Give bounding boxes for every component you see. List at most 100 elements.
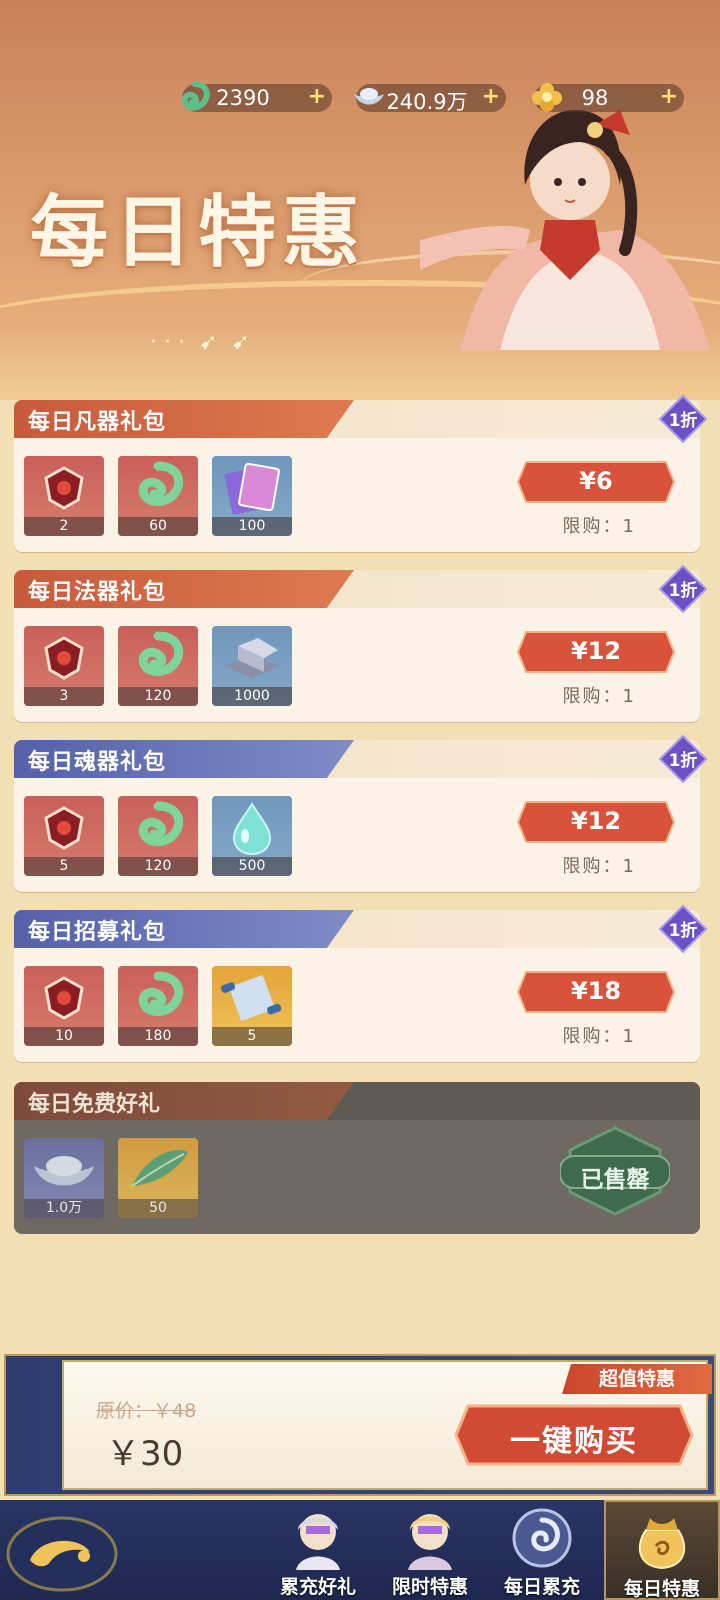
discount-label: 1折 bbox=[668, 411, 698, 431]
currency-jade[interactable]: 2390 + bbox=[181, 81, 332, 112]
currency-gold[interactable]: 98 + bbox=[532, 83, 684, 112]
tab-limited-offer[interactable]: 限时特惠 bbox=[374, 1500, 486, 1600]
reward-item[interactable]: 5 bbox=[24, 796, 104, 876]
buy-button[interactable]: ¥12 bbox=[516, 798, 676, 846]
currency-value: 240.9万 bbox=[386, 90, 468, 114]
tab-label: 累充好礼 bbox=[279, 1576, 356, 1598]
reward-item[interactable]: 10 bbox=[24, 966, 104, 1046]
item-quantity: 500 bbox=[212, 857, 292, 876]
iron-ingot-icon bbox=[226, 638, 278, 678]
buy-button[interactable]: ¥18 bbox=[516, 968, 676, 1016]
bundle-offer: 原价：￥48 ￥30 超值特惠 一键购买 bbox=[4, 1354, 716, 1496]
reward-item[interactable]: 500 bbox=[212, 796, 292, 876]
item-quantity: 5 bbox=[212, 1027, 292, 1046]
item-quantity: 5 bbox=[24, 857, 104, 876]
pack-card: 每日凡器礼包 1折 2 60 100 ¥6 限购：1 bbox=[14, 394, 708, 552]
gold-pouch-icon bbox=[638, 1518, 686, 1570]
jade-icon bbox=[138, 461, 184, 506]
buy-all-button[interactable]: 一键购买 bbox=[454, 1402, 694, 1468]
buy-all-label: 一键购买 bbox=[510, 1424, 638, 1459]
sold-out-label: 已售罄 bbox=[580, 1167, 650, 1193]
reward-item[interactable]: 3 bbox=[24, 626, 104, 706]
reward-item[interactable]: 60 bbox=[118, 456, 198, 536]
free-pack-card: 每日免费好礼 1.0万 50 已售罄 bbox=[14, 1082, 700, 1234]
reward-item[interactable]: 1000 bbox=[212, 626, 292, 706]
add-currency-button[interactable]: + bbox=[308, 84, 326, 109]
item-quantity: 10 bbox=[24, 1027, 104, 1046]
tab-cumulative-gift[interactable]: 累充好礼 bbox=[262, 1500, 374, 1600]
reward-item[interactable]: 1.0万 bbox=[24, 1138, 104, 1218]
value-tag: 超值特惠 bbox=[562, 1364, 712, 1394]
pack-card: 每日招募礼包 1折 10 180 5 ¥18 限购：1 bbox=[14, 904, 708, 1062]
jade-icon bbox=[138, 801, 184, 846]
silver-ingot-icon bbox=[34, 1156, 94, 1186]
discount-label: 1折 bbox=[668, 581, 698, 601]
add-currency-button[interactable]: + bbox=[482, 84, 500, 109]
item-quantity: 60 bbox=[118, 517, 198, 536]
red-token-icon bbox=[44, 976, 84, 1020]
scroll-icon bbox=[220, 974, 282, 1022]
tab-label: 每日特惠 bbox=[623, 1578, 700, 1600]
item-quantity: 180 bbox=[118, 1027, 198, 1046]
reward-item[interactable]: 180 bbox=[118, 966, 198, 1046]
pack-title: 每日免费好礼 bbox=[28, 1092, 161, 1117]
home-button[interactable] bbox=[0, 1508, 124, 1596]
heroine-illustration bbox=[420, 110, 710, 350]
pack-title: 每日魂器礼包 bbox=[28, 750, 167, 775]
sold-out-stamp: 已售罄 bbox=[559, 1126, 671, 1216]
card-pack-icon bbox=[224, 462, 280, 515]
bottom-nav: 累充好礼 限时特惠 每日累充 每日特惠 bbox=[0, 1500, 720, 1600]
discount-badge: 1折 bbox=[658, 904, 708, 954]
tab-label: 每日累充 bbox=[503, 1576, 580, 1598]
purchase-limit: 限购：1 bbox=[562, 1026, 636, 1047]
purchase-limit: 限购：1 bbox=[562, 856, 636, 877]
red-token-icon bbox=[44, 466, 84, 510]
tab-daily-recharge[interactable]: 每日累充 bbox=[486, 1500, 598, 1600]
character-icon bbox=[296, 1514, 340, 1570]
item-quantity: 1.0万 bbox=[24, 1199, 104, 1218]
reward-item[interactable]: 120 bbox=[118, 796, 198, 876]
red-token-icon bbox=[44, 806, 84, 850]
tab-daily-deal[interactable]: 每日特惠 bbox=[604, 1500, 720, 1600]
reward-item[interactable]: 120 bbox=[118, 626, 198, 706]
original-price: 原价：￥48 bbox=[96, 1400, 197, 1422]
item-quantity: 100 bbox=[212, 517, 292, 536]
currency-value: 98 bbox=[581, 86, 609, 110]
pack-card: 每日法器礼包 1折 3 120 1000 ¥12 限购：1 bbox=[14, 564, 708, 722]
reward-item[interactable]: 50 bbox=[118, 1138, 198, 1218]
buy-button[interactable]: ¥12 bbox=[516, 628, 676, 676]
discount-label: 1折 bbox=[668, 921, 698, 941]
currency-silver[interactable]: 240.9万 + bbox=[354, 84, 506, 114]
item-quantity: 1000 bbox=[212, 687, 292, 706]
jade-icon bbox=[138, 631, 184, 676]
price-label: ¥12 bbox=[570, 637, 622, 665]
price-label: ¥18 bbox=[570, 977, 622, 1005]
reward-item[interactable]: 2 bbox=[24, 456, 104, 536]
green-feather-icon bbox=[131, 1149, 188, 1187]
discount-badge: 1折 bbox=[658, 564, 708, 614]
page-title: 每日特惠 bbox=[30, 187, 367, 278]
tab-label: 限时特惠 bbox=[391, 1576, 468, 1598]
pack-title: 每日法器礼包 bbox=[28, 580, 167, 605]
item-quantity: 50 bbox=[118, 1199, 198, 1218]
pack-title: 每日凡器礼包 bbox=[28, 410, 167, 435]
discount-badge: 1折 bbox=[658, 394, 708, 444]
discount-badge: 1折 bbox=[658, 734, 708, 784]
bundle-price: ￥30 bbox=[106, 1434, 184, 1474]
add-currency-button[interactable]: + bbox=[660, 84, 678, 109]
item-quantity: 120 bbox=[118, 687, 198, 706]
discount-label: 1折 bbox=[668, 751, 698, 771]
water-drop-icon bbox=[232, 802, 272, 856]
currency-value: 2390 bbox=[216, 86, 270, 110]
character-icon bbox=[408, 1514, 452, 1570]
item-quantity: 3 bbox=[24, 687, 104, 706]
price-label: ¥12 bbox=[570, 807, 622, 835]
pack-title: 每日招募礼包 bbox=[28, 920, 167, 945]
hero-banner: 每日特惠 · · · ➹ ➹ 2390 + 240.9万 + 98 + bbox=[0, 0, 720, 400]
jade-icon bbox=[138, 971, 184, 1016]
price-label: ¥6 bbox=[579, 467, 613, 495]
reward-item[interactable]: 5 bbox=[212, 966, 292, 1046]
reward-item[interactable]: 100 bbox=[212, 456, 292, 536]
item-quantity: 2 bbox=[24, 517, 104, 536]
buy-button[interactable]: ¥6 bbox=[516, 458, 676, 506]
